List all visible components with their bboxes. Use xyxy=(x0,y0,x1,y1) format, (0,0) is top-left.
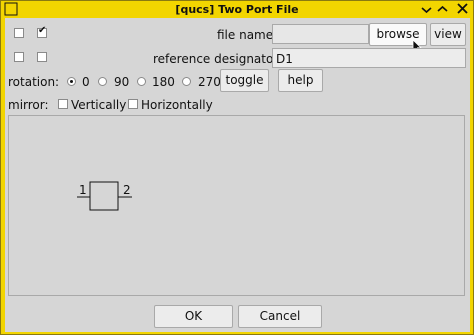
rotation-option-0: 0 xyxy=(82,75,90,89)
rotation-option-270: 270 xyxy=(198,75,221,89)
symbol-preview-area: 1 2 xyxy=(8,115,465,296)
view-button[interactable]: view xyxy=(430,23,466,46)
maximize-icon[interactable] xyxy=(435,2,450,16)
close-icon[interactable] xyxy=(455,2,470,16)
rotation-option-90: 90 xyxy=(114,75,130,89)
mirror-vertical-label: Vertically xyxy=(71,98,127,112)
mirror-vertical-checkbox[interactable] xyxy=(58,99,68,109)
help-button[interactable]: help xyxy=(278,69,323,92)
title-bar[interactable]: [qucs] Two Port File xyxy=(1,1,473,18)
rotation-option-180: 180 xyxy=(152,75,175,89)
port-2-label: 2 xyxy=(123,183,131,197)
cancel-button[interactable]: Cancel xyxy=(238,305,322,328)
dialog-body: ✔ file name: browse view reference desig… xyxy=(5,18,470,332)
rotation-radio-270[interactable] xyxy=(182,77,191,86)
port-1-label: 1 xyxy=(79,183,87,197)
checkbox-2[interactable]: ✔ xyxy=(37,25,47,38)
window-title: [qucs] Two Port File xyxy=(175,3,299,16)
mirror-horizontal-checkbox[interactable] xyxy=(128,99,138,109)
minimize-icon[interactable] xyxy=(419,2,434,16)
reference-designator-label: reference designator: xyxy=(153,52,283,66)
mirror-horizontal-label: Horizontally xyxy=(141,98,213,112)
dialog-window: [qucs] Two Port File ✔ file name: browse… xyxy=(0,0,474,335)
file-name-label: file name: xyxy=(217,28,278,42)
toggle-button[interactable]: toggle xyxy=(220,69,269,92)
checkbox-1[interactable] xyxy=(14,28,24,38)
mirror-label: mirror: xyxy=(8,98,49,112)
ok-button[interactable]: OK xyxy=(154,305,233,328)
check-icon: ✔ xyxy=(38,25,47,36)
rotation-radio-0[interactable] xyxy=(67,77,76,86)
reference-designator-input[interactable]: D1 xyxy=(272,48,466,68)
rotation-radio-180[interactable] xyxy=(137,77,146,86)
checkbox-4[interactable] xyxy=(37,52,47,62)
rotation-radio-90[interactable] xyxy=(98,77,107,86)
rotation-label: rotation: xyxy=(8,75,60,89)
two-port-symbol xyxy=(77,181,132,211)
checkbox-3[interactable] xyxy=(14,52,24,62)
file-name-input[interactable] xyxy=(272,24,369,44)
